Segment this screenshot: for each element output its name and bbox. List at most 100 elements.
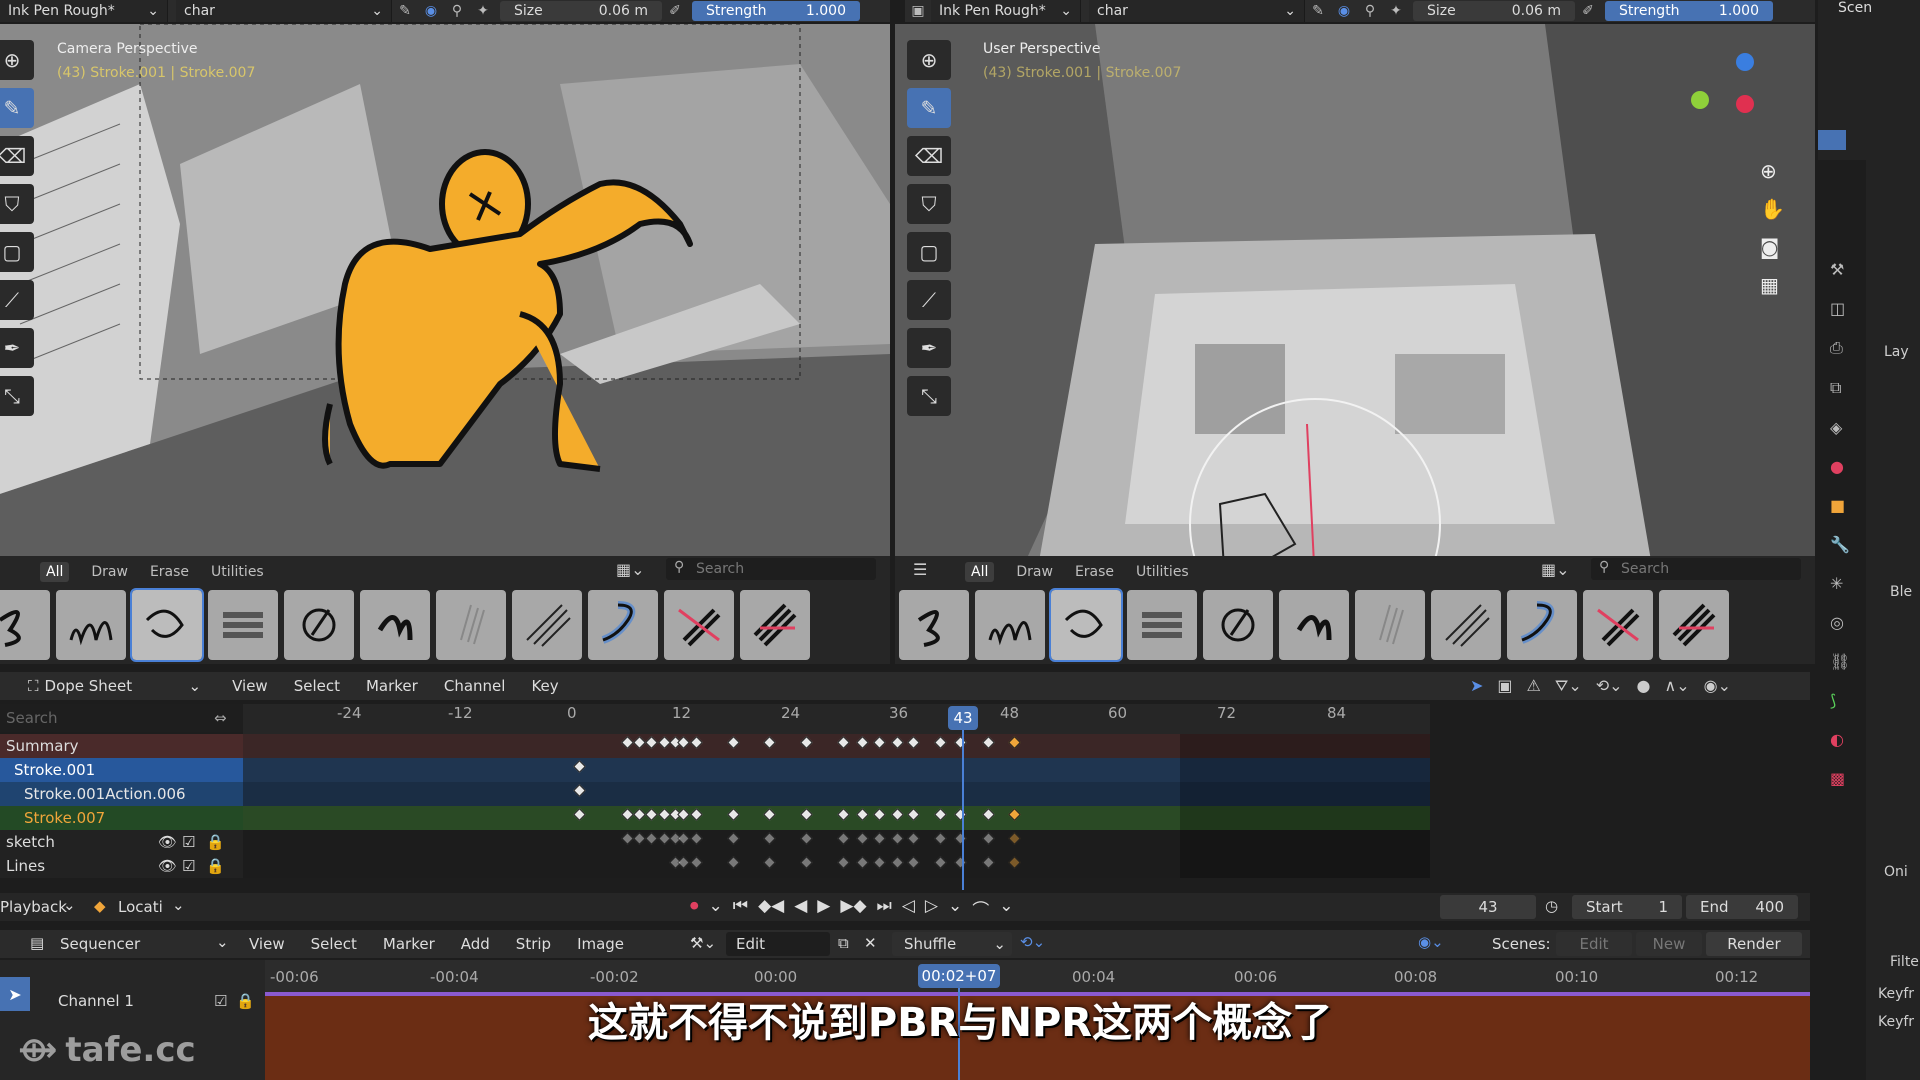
menu-add[interactable]: Add	[448, 935, 503, 953]
brush-tile[interactable]	[1203, 590, 1273, 660]
brush-search[interactable]: ⚲ Search	[666, 558, 876, 580]
channel-stroke007[interactable]: Stroke.007	[0, 806, 243, 830]
grid-view-icon[interactable]: ▦⌄	[1541, 560, 1570, 579]
data-tab-icon[interactable]: ⟆	[1830, 691, 1866, 710]
world-tab-icon[interactable]: ●	[1830, 457, 1866, 476]
jump-start-icon[interactable]: ⏮	[733, 896, 748, 921]
channel-summary[interactable]: Summary	[0, 734, 243, 758]
material-tab-icon[interactable]: ◐	[1830, 730, 1866, 749]
menu-select[interactable]: Select	[281, 677, 353, 695]
line-tool-icon[interactable]: ⟋	[0, 280, 34, 320]
current-frame-field[interactable]: 43	[1440, 895, 1536, 919]
menu-select[interactable]: Select	[298, 935, 370, 953]
measure-icon[interactable]: ⤡	[0, 376, 34, 416]
hand-icon[interactable]: ✋	[1760, 197, 1785, 221]
overlay-icon[interactable]: ◉⌄	[1704, 676, 1731, 696]
seq-current-time[interactable]: 00:02+07	[918, 964, 1000, 988]
modifier-tab-icon[interactable]: 🔧	[1830, 535, 1866, 554]
overlay-icon[interactable]: ◉⌄	[1418, 933, 1444, 951]
render-tab-icon[interactable]: ◫	[1830, 299, 1866, 318]
brush-tile[interactable]	[56, 590, 126, 660]
tab-all[interactable]: All	[40, 562, 70, 582]
channel-stroke001[interactable]: Stroke.001	[0, 758, 243, 782]
warning-icon[interactable]: ⚠	[1527, 676, 1541, 696]
checkbox-icon[interactable]: ☑	[182, 833, 195, 851]
menu-key[interactable]: Key	[518, 677, 571, 695]
render-button[interactable]: Render	[1706, 932, 1802, 956]
scene-edit-field[interactable]: Edit	[726, 932, 830, 956]
keying-set[interactable]: Locati	[118, 898, 163, 916]
fill-tool-icon[interactable]: ⛉	[0, 184, 34, 224]
snap-icon[interactable]: ⌒	[972, 896, 989, 921]
play-reverse-icon[interactable]: ◀	[794, 896, 807, 921]
object-tab-icon[interactable]: ■	[1830, 496, 1866, 515]
brush-tile[interactable]	[740, 590, 810, 660]
menu-marker[interactable]: Marker	[370, 935, 448, 953]
brush-tile[interactable]	[1431, 590, 1501, 660]
mode-icon[interactable]: ⚲	[1357, 0, 1383, 22]
pin-icon[interactable]: ✎	[392, 0, 418, 22]
active-item-icon[interactable]	[1818, 130, 1846, 150]
zoom-icon[interactable]: ⊕	[1760, 159, 1785, 183]
camera-viewport[interactable]: Camera Perspective (43) Stroke.001 | Str…	[0, 24, 890, 584]
filter-icon[interactable]: ⛛⌄	[1555, 676, 1582, 696]
swap-icon[interactable]: ⇔	[214, 709, 227, 727]
brush-tile[interactable]	[1583, 590, 1653, 660]
sync-icon[interactable]: ⟲⌄	[1596, 676, 1623, 696]
physics-tab-icon[interactable]: ◎	[1830, 613, 1866, 632]
brush-selector[interactable]: Ink Pen Rough* ⌄	[0, 0, 168, 22]
jump-end-icon[interactable]: ⏭	[877, 896, 892, 921]
clock-icon[interactable]: ◷	[1545, 897, 1558, 915]
scene-tab-icon[interactable]: ◈	[1830, 418, 1866, 437]
scene-edit-button[interactable]: Edit	[1556, 932, 1632, 956]
pressure-icon[interactable]: ✐	[662, 0, 688, 22]
playback-menu[interactable]: Playback	[0, 898, 67, 916]
editor-mode-selector[interactable]: Dope Sheet	[45, 677, 189, 695]
record-icon[interactable]: ⏺	[690, 896, 699, 921]
copy-icon[interactable]: ⧉	[838, 934, 849, 952]
editor-type-icon[interactable]: ▣	[905, 0, 931, 22]
size-field-right[interactable]: Size 0.06 m	[1413, 1, 1575, 21]
size-field[interactable]: Size 0.06 m	[500, 1, 662, 21]
tool-icon[interactable]: ⚒⌄	[690, 934, 716, 952]
texture-tab-icon[interactable]: ▩	[1830, 769, 1866, 788]
play-icon[interactable]: ▶	[817, 896, 830, 921]
brush-selector-right[interactable]: Ink Pen Rough* ⌄	[931, 0, 1081, 22]
menu-strip[interactable]: Strip	[503, 935, 564, 953]
playhead[interactable]	[962, 730, 964, 890]
measure-icon[interactable]: ⤡	[907, 376, 951, 416]
eyedropper-icon[interactable]: ✒	[907, 328, 951, 368]
brush-tile[interactable]	[436, 590, 506, 660]
tab-erase[interactable]: Erase	[1075, 564, 1114, 580]
close-icon[interactable]: ✕	[864, 934, 877, 952]
tab-all[interactable]: All	[965, 562, 995, 582]
channel-search[interactable]: Search ⇔	[0, 704, 243, 732]
brush-tile[interactable]	[899, 590, 969, 660]
erase-tool-icon[interactable]: ⌫	[0, 136, 34, 176]
tab-draw[interactable]: Draw	[1016, 564, 1053, 580]
tool-tab-icon[interactable]: ⚒	[1830, 260, 1866, 279]
brush-tile-selected[interactable]	[1049, 588, 1123, 662]
chevron-down-icon[interactable]: ⌄	[709, 896, 723, 921]
brush-tile[interactable]	[512, 590, 582, 660]
curve-icon[interactable]: ∧⌄	[1665, 676, 1690, 696]
lock-icon[interactable]: 🔒	[206, 833, 225, 851]
menu-marker[interactable]: Marker	[353, 677, 431, 695]
chevron-down-icon[interactable]: ⌄	[948, 896, 962, 921]
next-key-icon[interactable]: ▶◆	[840, 896, 866, 921]
tab-utilities[interactable]: Utilities	[211, 564, 264, 580]
chevron-down-icon[interactable]: ⌄	[999, 896, 1013, 921]
brush-tile[interactable]	[360, 590, 430, 660]
strength-field-right[interactable]: Strength 1.000	[1605, 1, 1773, 21]
draw-tool-icon[interactable]: ✎	[0, 88, 34, 128]
object-selector-right[interactable]: char ⌄	[1089, 0, 1305, 22]
prev-frame-icon[interactable]: ◁	[902, 896, 915, 921]
pin-icon-2[interactable]: ✦	[1383, 0, 1409, 22]
brush-tile-selected[interactable]	[130, 588, 204, 662]
camera-icon[interactable]: ◙	[1760, 235, 1785, 259]
fill-tool-icon[interactable]: ⛉	[907, 184, 951, 224]
editor-mode-selector[interactable]: Sequencer	[60, 935, 140, 953]
box-tool-icon[interactable]: ▢	[0, 232, 34, 272]
brush-tile[interactable]	[1507, 590, 1577, 660]
draw-tool-icon[interactable]: ✎	[907, 88, 951, 128]
